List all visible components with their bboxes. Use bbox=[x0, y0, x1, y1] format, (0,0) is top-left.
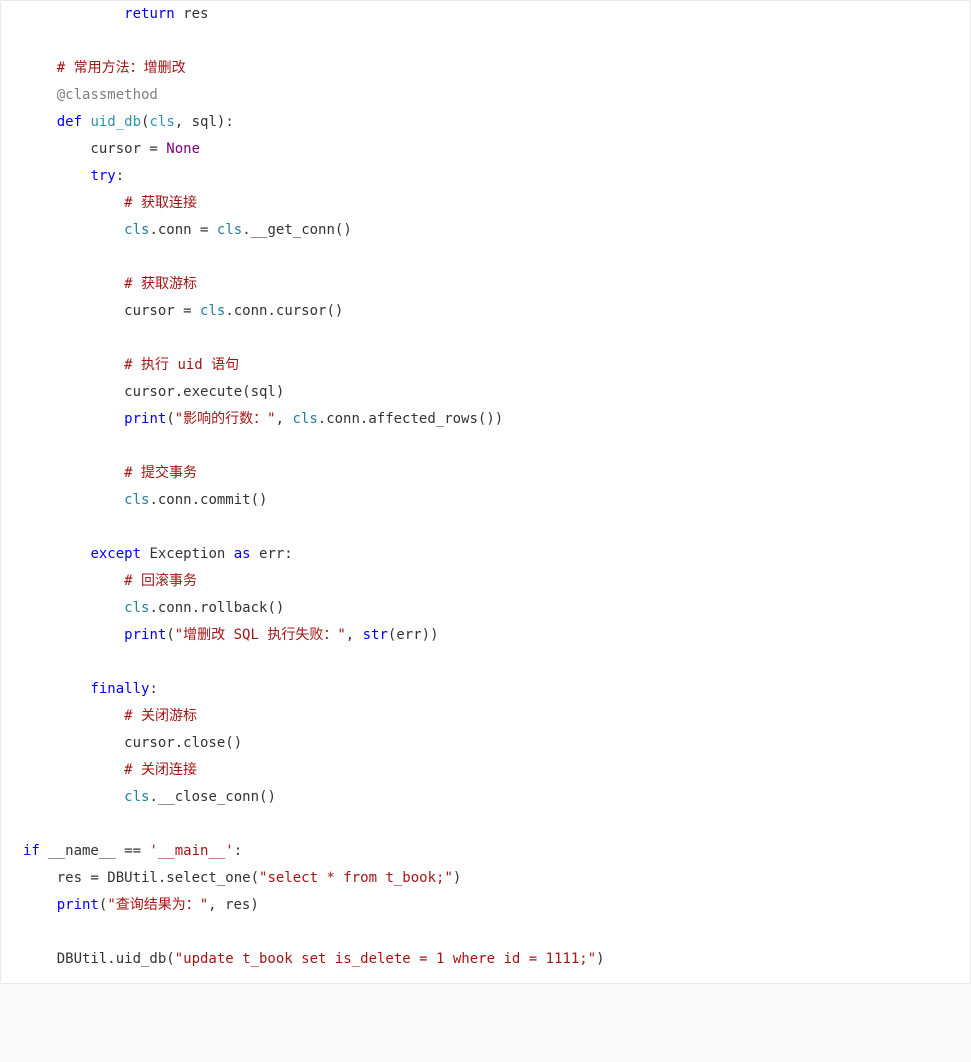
line: print("影响的行数：", cls.conn.affected_rows()… bbox=[23, 411, 503, 427]
line: cursor = None bbox=[23, 141, 200, 157]
line: except Exception as err: bbox=[23, 546, 293, 562]
line: # 关闭连接 bbox=[23, 762, 197, 778]
line: res = DBUtil.select_one("select * from t… bbox=[23, 870, 461, 886]
line: cursor.execute(sql) bbox=[23, 384, 284, 400]
line: cls.conn.rollback() bbox=[23, 600, 284, 616]
line: # 获取连接 bbox=[23, 195, 197, 211]
code-content[interactable]: return res # 常用方法：增删改 @classmethod def u… bbox=[1, 1, 970, 981]
line: def uid_db(cls, sql): bbox=[23, 114, 234, 130]
line: # 获取游标 bbox=[23, 276, 197, 292]
line: cursor = cls.conn.cursor() bbox=[23, 303, 343, 319]
line: # 提交事务 bbox=[23, 465, 197, 481]
line: DBUtil.uid_db("update t_book set is_dele… bbox=[23, 951, 605, 967]
line: cursor.close() bbox=[23, 735, 242, 751]
line: if __name__ == '__main__': bbox=[23, 843, 242, 859]
line: print("查询结果为：", res) bbox=[23, 897, 259, 913]
line: # 关闭游标 bbox=[23, 708, 197, 724]
line: try: bbox=[23, 168, 124, 184]
line: # 回滚事务 bbox=[23, 573, 197, 589]
line: # 常用方法：增删改 bbox=[23, 60, 186, 76]
line: finally: bbox=[23, 681, 158, 697]
line: cls.conn = cls.__get_conn() bbox=[23, 222, 352, 238]
code-block: return res # 常用方法：增删改 @classmethod def u… bbox=[0, 0, 971, 984]
line: cls.conn.commit() bbox=[23, 492, 267, 508]
line: # 执行 uid 语句 bbox=[23, 357, 239, 373]
line: cls.__close_conn() bbox=[23, 789, 276, 805]
line: print("增删改 SQL 执行失败：", str(err)) bbox=[23, 627, 439, 643]
line: return res bbox=[23, 6, 208, 22]
line: @classmethod bbox=[23, 87, 158, 103]
